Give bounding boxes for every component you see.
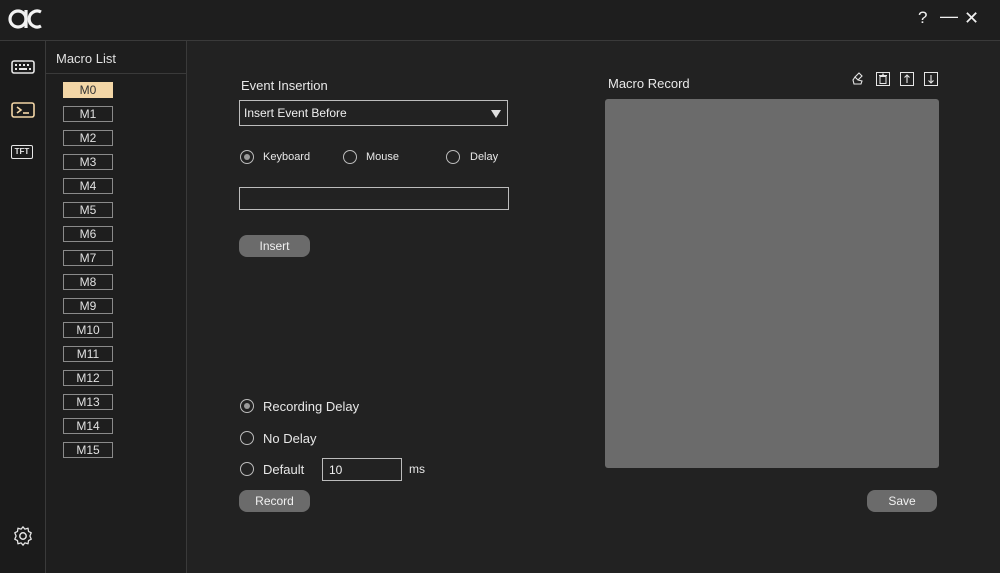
divider	[46, 73, 186, 74]
macro-item[interactable]: M5	[63, 202, 113, 218]
clear-icon[interactable]	[852, 72, 866, 86]
event-input[interactable]	[239, 187, 509, 210]
insert-position-select[interactable]: Insert Event Before	[239, 100, 508, 126]
move-up-icon[interactable]	[900, 72, 914, 86]
radio-no-delay-label: No Delay	[263, 431, 317, 446]
radio-recording-delay-label: Recording Delay	[263, 399, 360, 414]
default-delay-input[interactable]	[322, 458, 402, 481]
tft-icon-label: TFT	[14, 147, 30, 156]
radio-keyboard-label: Keyboard	[263, 151, 311, 163]
macro-list-panel: Macro List M0 M1 M2 M3 M4 M5 M6 M7 M8 M9 M10 M11 M12…	[46, 41, 187, 573]
terminal-icon[interactable]	[11, 100, 35, 120]
macro-item[interactable]: M8	[63, 274, 113, 290]
move-down-icon[interactable]	[924, 72, 938, 86]
trash-icon[interactable]	[876, 72, 890, 86]
macro-item[interactable]: M11	[63, 346, 113, 362]
macro-item[interactable]: M6	[63, 226, 113, 242]
keyboard-icon[interactable]	[11, 57, 35, 77]
dropdown-arrow-icon	[491, 110, 501, 118]
title-bar: ? — ✕	[0, 0, 1000, 41]
macro-item[interactable]: M0	[63, 82, 113, 98]
close-button[interactable]: ✕	[964, 8, 979, 28]
radio-delay[interactable]	[446, 150, 460, 164]
delay-unit: ms	[409, 462, 425, 476]
macro-item[interactable]: M10	[63, 322, 113, 338]
macro-item[interactable]: M4	[63, 178, 113, 194]
radio-keyboard[interactable]	[240, 150, 254, 164]
macro-item[interactable]: M2	[63, 130, 113, 146]
oic-logo	[8, 9, 42, 29]
macro-item[interactable]: M9	[63, 298, 113, 314]
sidebar: TFT	[0, 41, 46, 573]
event-insertion-title: Event Insertion	[241, 78, 328, 93]
insert-position-value: Insert Event Before	[244, 106, 347, 120]
minimize-button[interactable]: —	[940, 6, 958, 26]
tft-icon[interactable]: TFT	[11, 145, 33, 159]
gear-icon[interactable]	[12, 525, 34, 547]
save-button[interactable]: Save	[867, 490, 937, 512]
radio-mouse-label: Mouse	[366, 151, 400, 163]
radio-mouse[interactable]	[343, 150, 357, 164]
radio-default-label: Default	[263, 462, 305, 477]
help-button[interactable]: ?	[918, 8, 927, 28]
insert-button[interactable]: Insert	[239, 235, 310, 257]
macro-item[interactable]: M1	[63, 106, 113, 122]
macro-list-title: Macro List	[56, 51, 116, 66]
radio-recording-delay[interactable]	[240, 399, 254, 413]
macro-record-list[interactable]	[605, 99, 939, 468]
radio-default[interactable]	[240, 462, 254, 476]
macro-record-title: Macro Record	[608, 76, 690, 91]
radio-no-delay[interactable]	[240, 431, 254, 445]
macro-item[interactable]: M15	[63, 442, 113, 458]
macro-item[interactable]: M13	[63, 394, 113, 410]
record-button[interactable]: Record	[239, 490, 310, 512]
macro-item[interactable]: M14	[63, 418, 113, 434]
macro-item[interactable]: M3	[63, 154, 113, 170]
macro-item[interactable]: M7	[63, 250, 113, 266]
radio-delay-label: Delay	[470, 151, 499, 163]
macro-item[interactable]: M12	[63, 370, 113, 386]
